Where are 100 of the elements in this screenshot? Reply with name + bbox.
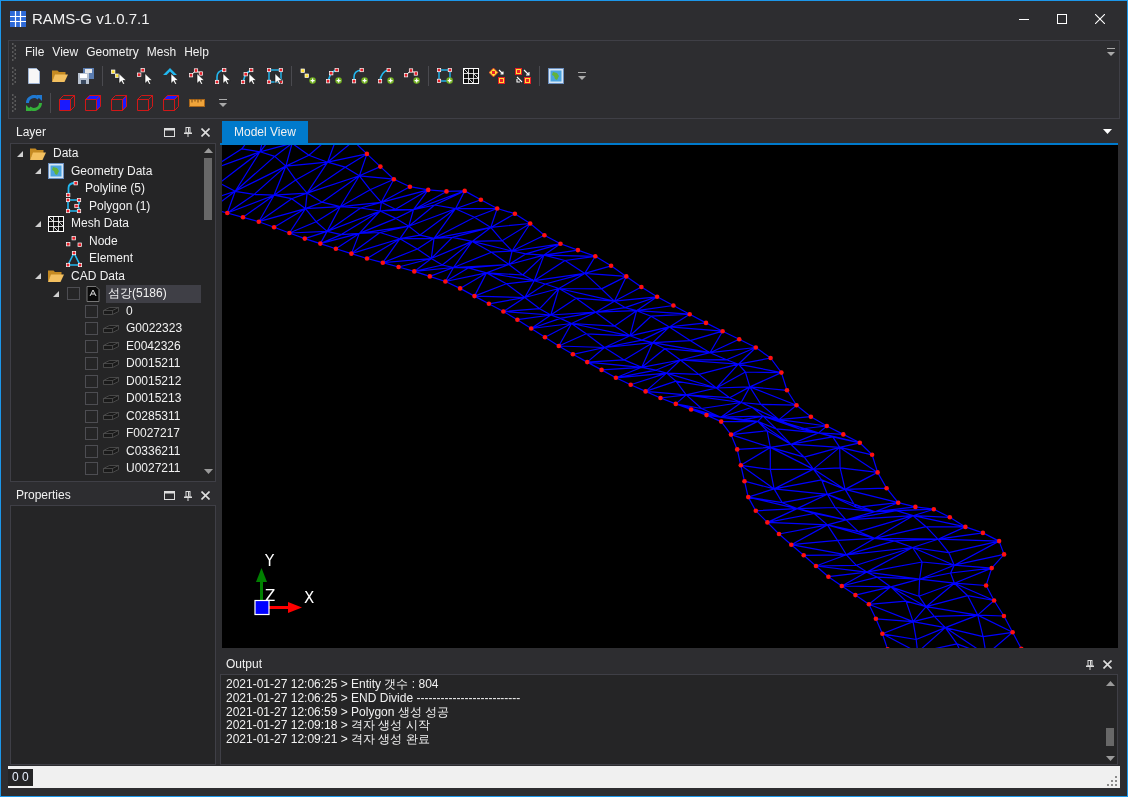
toolbar-grip-icon[interactable] — [12, 66, 16, 85]
toolbar-overflow-icon[interactable] — [219, 98, 227, 107]
tree-item[interactable]: Polyline (5) — [83, 180, 148, 198]
ruler-icon[interactable] — [189, 98, 205, 107]
expanded-arrow-icon[interactable] — [35, 220, 41, 227]
checkbox[interactable] — [85, 304, 98, 318]
cube-icon[interactable] — [111, 94, 127, 111]
scroll-up-icon[interactable] — [203, 148, 213, 153]
curve-cursor-icon[interactable] — [215, 67, 231, 84]
tree-item[interactable]: Node — [87, 232, 120, 250]
points-add-icon[interactable] — [300, 67, 316, 84]
toolbar-overflow-icon[interactable] — [578, 71, 586, 80]
coordinates-readout: 0 0 — [8, 768, 33, 786]
map-icon — [48, 163, 64, 180]
checkbox[interactable] — [85, 339, 98, 353]
menu-overflow-icon[interactable] — [1107, 48, 1115, 56]
pin-icon[interactable] — [1086, 659, 1094, 670]
polygon-icon — [66, 198, 82, 215]
pin-icon[interactable] — [184, 490, 192, 501]
polyline-cursor-icon[interactable] — [241, 67, 257, 84]
tree-item[interactable]: Mesh Data — [69, 215, 132, 233]
tree-item[interactable]: 0 — [124, 302, 135, 320]
tree-item[interactable]: Polygon (1) — [87, 197, 153, 215]
scroll-up-icon[interactable] — [1105, 681, 1115, 686]
window-title: RAMS-G v1.0.7.1 — [32, 10, 150, 28]
close-icon[interactable] — [1103, 660, 1112, 669]
checkbox[interactable] — [85, 392, 98, 406]
scrollbar-thumb[interactable] — [1106, 728, 1114, 746]
new-file-icon[interactable] — [26, 67, 42, 84]
layer-block-icon — [103, 307, 119, 316]
checkbox[interactable] — [85, 444, 98, 458]
tree-item[interactable]: D0015212 — [124, 372, 184, 390]
menu-item[interactable]: View — [48, 43, 83, 61]
curve-add-icon[interactable] — [378, 67, 394, 84]
layer-block-icon — [103, 429, 119, 438]
nodes-cursor-icon[interactable] — [137, 67, 153, 84]
resize-grip-icon[interactable] — [1107, 776, 1117, 786]
curve-add-icon[interactable] — [352, 67, 368, 84]
checkbox[interactable] — [67, 287, 80, 301]
scrollbar-thumb[interactable] — [204, 158, 212, 220]
tree-item[interactable]: Element — [87, 250, 136, 268]
expanded-arrow-icon[interactable] — [35, 273, 41, 280]
menu-item[interactable]: Geometry — [82, 43, 143, 61]
polygon-cursor-icon[interactable] — [267, 67, 283, 84]
node-swap-icon[interactable] — [489, 67, 505, 84]
sync-icon[interactable] — [26, 94, 42, 111]
toolbar-grip-icon[interactable] — [12, 43, 16, 61]
tree-item[interactable]: D0015211 — [124, 355, 183, 373]
cube-icon[interactable] — [137, 94, 153, 111]
close-icon[interactable] — [201, 127, 210, 137]
tree-item[interactable]: Geometry Data — [69, 162, 155, 180]
expanded-arrow-icon[interactable] — [53, 290, 59, 297]
node-points-icon — [66, 235, 82, 247]
polyline-cursor-icon[interactable] — [189, 67, 205, 84]
tree-item[interactable]: G0022323 — [124, 320, 185, 338]
close-icon[interactable] — [201, 491, 210, 500]
tree-item[interactable]: E0042326 — [124, 337, 183, 355]
menu-item[interactable]: File — [21, 43, 49, 61]
polyline-add-icon[interactable] — [404, 67, 420, 84]
menu-item[interactable]: Mesh — [142, 43, 181, 61]
map-icon[interactable] — [548, 67, 564, 84]
layer-block-icon — [103, 359, 119, 368]
tree-item[interactable]: D0015213 — [124, 390, 184, 408]
cube-icon[interactable] — [59, 94, 75, 111]
expanded-arrow-icon[interactable] — [35, 168, 41, 175]
tree-item[interactable]: C0336211 — [124, 442, 183, 460]
expanded-arrow-icon[interactable] — [17, 150, 23, 157]
tree-item[interactable]: Data — [51, 145, 81, 163]
tree-item[interactable]: U0027211 — [124, 460, 183, 478]
checkbox[interactable] — [85, 409, 98, 423]
points-cursor-icon[interactable] — [111, 67, 127, 84]
cube-icon[interactable] — [85, 94, 101, 111]
polygon-add-icon[interactable] — [437, 67, 453, 84]
checkbox[interactable] — [85, 427, 98, 441]
pin-icon[interactable] — [184, 127, 192, 137]
maximize-icon[interactable] — [164, 127, 175, 137]
log-line: 2021-01-27 12:06:25 > Entity 갯수 : 804 — [226, 678, 440, 692]
polyline-add-icon[interactable] — [326, 67, 342, 84]
tree-item[interactable]: C0285311 — [124, 407, 183, 425]
checkbox[interactable] — [85, 322, 98, 336]
chevron-cursor-icon[interactable] — [163, 67, 179, 84]
cube-icon[interactable] — [163, 94, 179, 111]
scroll-down-icon[interactable] — [1105, 756, 1115, 761]
save-icon[interactable] — [78, 67, 94, 84]
tree-item[interactable]: F0027217 — [124, 425, 183, 443]
tab[interactable]: Model View — [222, 121, 308, 143]
tree-item[interactable]: 섬강(5186) — [106, 285, 201, 303]
scroll-down-icon[interactable] — [203, 469, 213, 474]
minimize-icon[interactable] — [1019, 18, 1029, 20]
checkbox[interactable] — [85, 374, 98, 388]
tree-item[interactable]: CAD Data — [69, 267, 128, 285]
menu-item[interactable]: Help — [180, 43, 213, 61]
checkbox[interactable] — [85, 357, 98, 371]
maximize-icon[interactable] — [164, 491, 175, 500]
checkbox[interactable] — [85, 462, 98, 476]
node-swap-icon[interactable] — [515, 67, 531, 84]
toolbar-grip-icon[interactable] — [12, 93, 16, 112]
dropdown-icon[interactable] — [1103, 129, 1112, 134]
panel-title: Properties — [16, 488, 71, 503]
mesh-grid-icon[interactable] — [463, 67, 479, 84]
